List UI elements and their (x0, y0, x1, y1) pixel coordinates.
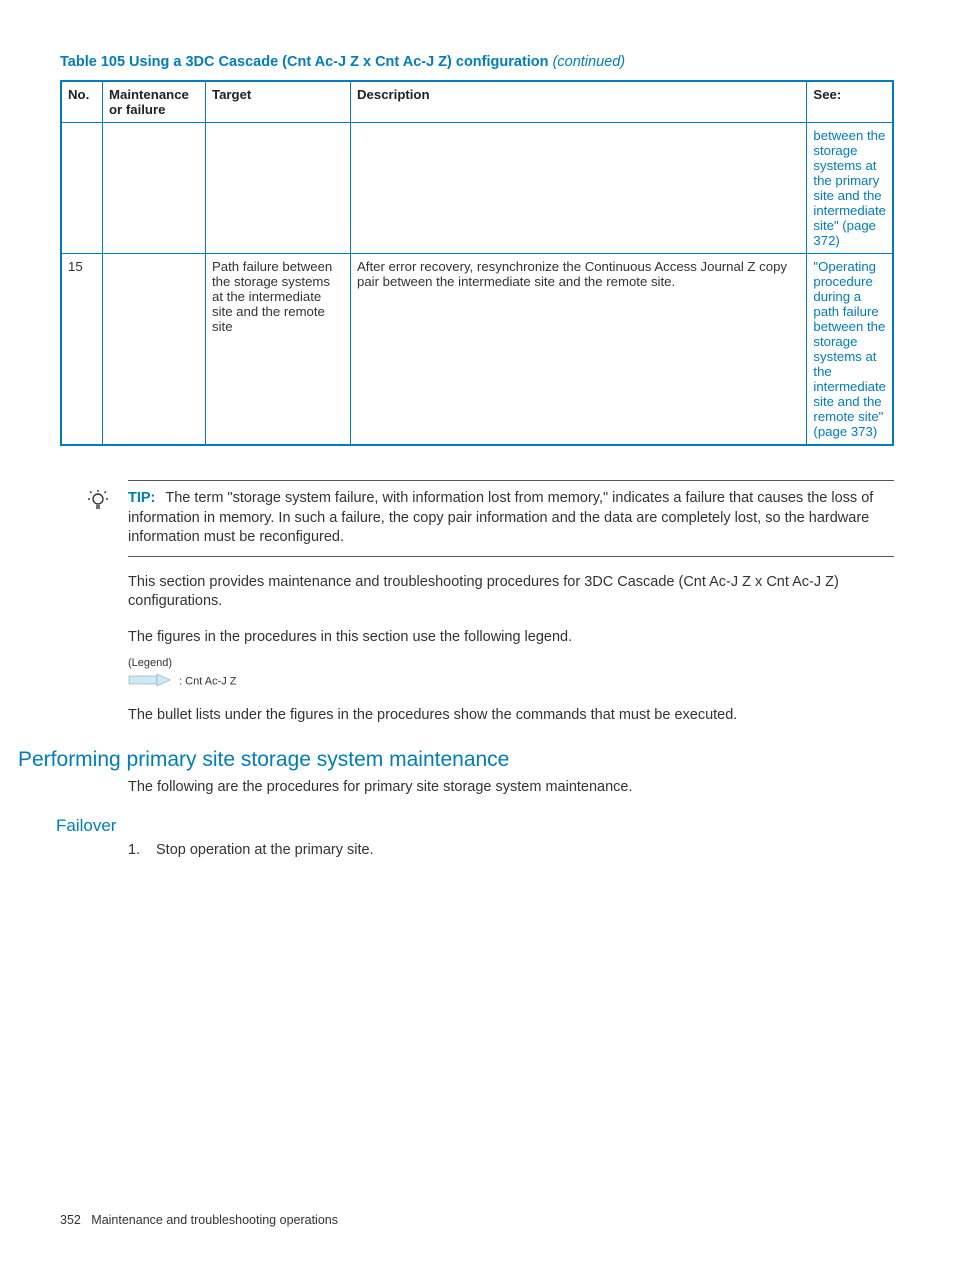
arrow-icon (128, 673, 172, 690)
cell-maint (103, 254, 206, 446)
config-table: No. Maintenance or failure Target Descri… (60, 80, 894, 446)
tip-label: TIP: (128, 490, 155, 506)
th-see: See: (807, 81, 893, 123)
cell-see-link[interactable]: "Operating procedure during a path failu… (807, 254, 893, 446)
table-row: 15 Path failure between the storage syst… (61, 254, 893, 446)
cell-desc (351, 123, 807, 254)
caption-suffix: (continued) (553, 54, 626, 70)
table-row: between the storage systems at the prima… (61, 123, 893, 254)
tip-text: TIP:The term "storage system failure, wi… (128, 489, 894, 548)
paragraph: The figures in the procedures in this se… (128, 628, 894, 648)
page-number: 352 (60, 1213, 81, 1227)
page-footer: 352 Maintenance and troubleshooting oper… (60, 1213, 338, 1227)
paragraph: The bullet lists under the figures in th… (128, 706, 894, 726)
divider (128, 556, 894, 557)
tip-block: TIP:The term "storage system failure, wi… (128, 480, 894, 557)
heading-level-2: Performing primary site storage system m… (18, 748, 894, 772)
heading-level-3: Failover (56, 816, 894, 836)
cell-maint (103, 123, 206, 254)
th-target: Target (206, 81, 351, 123)
th-maintenance: Maintenance or failure (103, 81, 206, 123)
list-item-text: Stop operation at the primary site. (156, 842, 374, 858)
list-number: 1. (128, 842, 156, 858)
cell-desc: After error recovery, resynchronize the … (351, 254, 807, 446)
table-header-row: No. Maintenance or failure Target Descri… (61, 81, 893, 123)
cell-target (206, 123, 351, 254)
legend-title: (Legend) (128, 657, 894, 669)
paragraph: This section provides maintenance and tr… (128, 573, 894, 612)
footer-title: Maintenance and troubleshooting operatio… (91, 1213, 338, 1227)
legend-block: (Legend) : Cnt Ac-J Z (128, 657, 894, 690)
legend-item-label: : Cnt Ac-J Z (179, 676, 236, 688)
lightbulb-icon (86, 489, 128, 516)
cell-no: 15 (61, 254, 103, 446)
paragraph: The following are the procedures for pri… (128, 778, 894, 798)
caption-prefix: Table 105 Using a 3DC Cascade (Cnt Ac-J … (60, 54, 549, 70)
th-description: Description (351, 81, 807, 123)
divider (128, 480, 894, 481)
th-no: No. (61, 81, 103, 123)
ordered-list: 1.Stop operation at the primary site. (128, 842, 894, 858)
cell-target: Path failure between the storage systems… (206, 254, 351, 446)
table-caption: Table 105 Using a 3DC Cascade (Cnt Ac-J … (60, 54, 894, 70)
cell-see-link[interactable]: between the storage systems at the prima… (807, 123, 893, 254)
tip-body: The term "storage system failure, with i… (128, 490, 873, 545)
cell-no (61, 123, 103, 254)
